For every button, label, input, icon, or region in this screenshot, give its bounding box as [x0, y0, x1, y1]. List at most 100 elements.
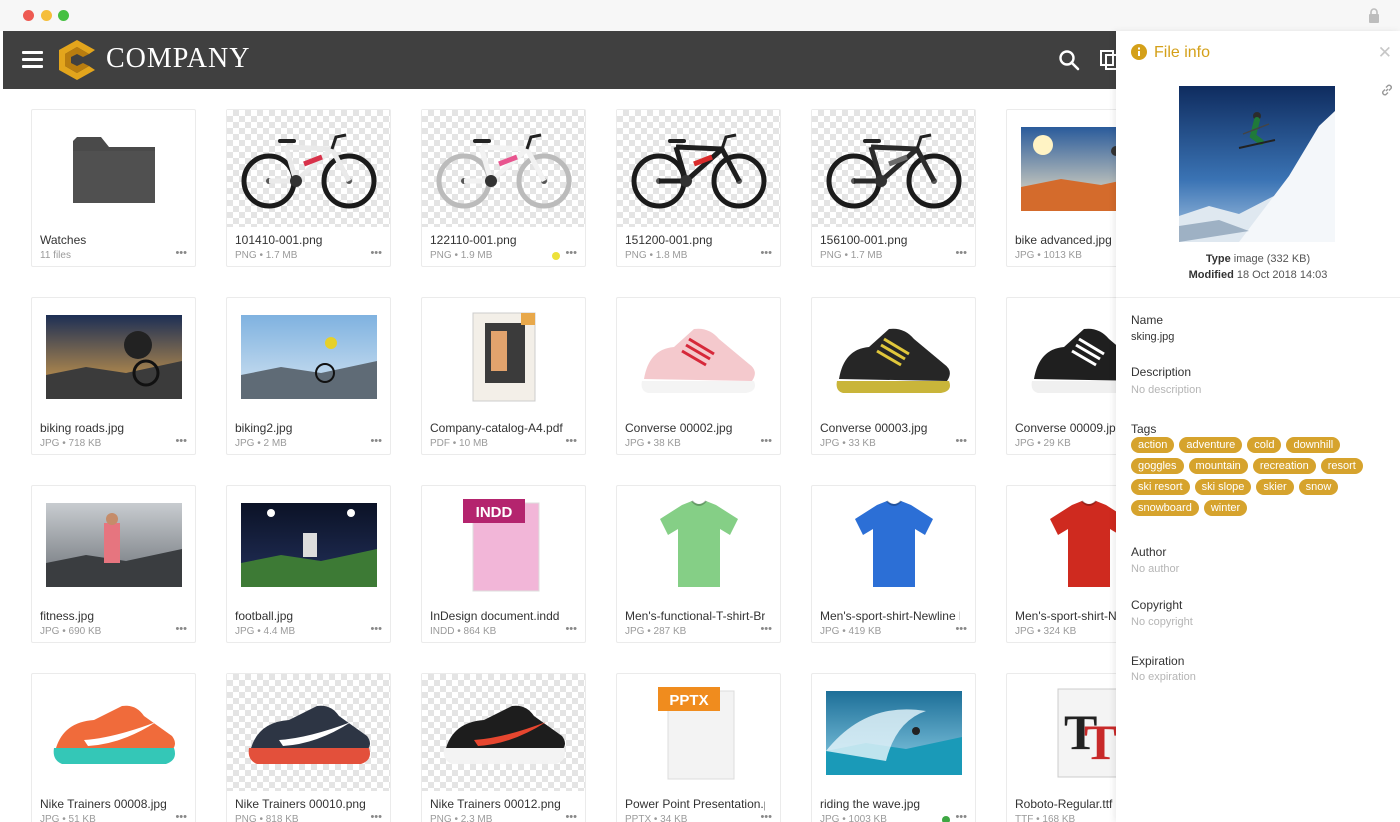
file-thumbnail — [617, 486, 780, 603]
file-meta: PDF • 10 MB — [430, 438, 488, 449]
folder-icon — [32, 110, 195, 227]
menu-icon[interactable] — [22, 51, 43, 69]
tag-chip[interactable]: recreation — [1252, 458, 1316, 474]
svg-text:T: T — [1084, 714, 1117, 770]
description-label: Description — [1131, 365, 1192, 379]
tag-chip[interactable]: action — [1131, 437, 1175, 453]
more-options-icon[interactable]: ••• — [760, 623, 772, 635]
more-options-icon[interactable]: ••• — [955, 435, 967, 447]
close-panel-button[interactable]: ✕ — [1378, 43, 1392, 63]
lock-icon — [1369, 8, 1379, 23]
tag-chip[interactable]: snowboard — [1131, 500, 1199, 516]
link-icon[interactable] — [1380, 83, 1394, 97]
file-thumbnail — [422, 298, 585, 415]
file-name: Men's-functional-T-shirt-Brub — [625, 609, 765, 623]
file-card[interactable]: 101410-001.png PNG • 1.7 MB ••• — [226, 109, 391, 267]
file-thumbnail — [1007, 110, 1116, 227]
file-meta: JPG • 419 KB — [820, 626, 882, 637]
description-value[interactable]: No description — [1131, 384, 1201, 396]
tag-chip[interactable]: ski resort — [1131, 479, 1190, 495]
more-options-icon[interactable]: ••• — [175, 435, 187, 447]
file-card[interactable]: PPTX Power Point Presentation.ppt PPTX • 3… — [616, 673, 781, 822]
minimize-window-button[interactable] — [41, 10, 52, 21]
file-card[interactable]: Converse 00002.jpg JPG • 38 KB ••• — [616, 297, 781, 455]
tag-chip[interactable]: skier — [1256, 479, 1294, 495]
expiration-label: Expiration — [1131, 654, 1185, 668]
more-options-icon[interactable]: ••• — [175, 247, 187, 259]
type-label: Type — [1205, 253, 1231, 265]
more-options-icon[interactable]: ••• — [565, 435, 577, 447]
more-options-icon[interactable]: ••• — [760, 247, 772, 259]
copyright-value[interactable]: No copyright — [1131, 616, 1193, 628]
more-options-icon[interactable]: ••• — [175, 623, 187, 635]
file-thumbnail — [32, 674, 195, 791]
file-card[interactable]: Men's-functional-T-shirt-Brub JPG • 287 K… — [616, 485, 781, 643]
search-icon[interactable] — [1058, 49, 1080, 71]
file-card[interactable]: Watches 11 files ••• — [31, 109, 196, 267]
file-name: Nike Trainers 00008.jpg — [40, 797, 167, 811]
maximize-window-button[interactable] — [58, 10, 69, 21]
tag-chip[interactable]: winter — [1203, 500, 1248, 516]
tag-chip[interactable]: downhill — [1286, 437, 1341, 453]
more-options-icon[interactable]: ••• — [565, 247, 577, 259]
name-value[interactable]: sking.jpg — [1131, 331, 1174, 343]
file-thumbnail — [812, 110, 975, 227]
tag-chip[interactable]: resort — [1320, 458, 1363, 474]
file-card[interactable]: Converse 00009.jpgJPG • 29 KB••• — [1006, 297, 1116, 455]
file-thumbnail — [812, 486, 975, 603]
more-options-icon[interactable]: ••• — [760, 811, 772, 822]
file-card[interactable]: bike advanced.jpgJPG • 1013 KB••• — [1006, 109, 1116, 267]
more-options-icon[interactable]: ••• — [565, 811, 577, 822]
author-value[interactable]: No author — [1131, 563, 1179, 575]
file-card[interactable]: Nike Trainers 00008.jpg JPG • 51 KB ••• — [31, 673, 196, 822]
file-card[interactable]: Men's-sport-shirt-Newline blu JPG • 419 K… — [811, 485, 976, 643]
more-options-icon[interactable]: ••• — [370, 623, 382, 635]
tag-chip[interactable]: snow — [1298, 479, 1339, 495]
file-card[interactable]: 151200-001.png PNG • 1.8 MB ••• — [616, 109, 781, 267]
more-options-icon[interactable]: ••• — [370, 247, 382, 259]
info-icon — [1131, 44, 1147, 60]
more-options-icon[interactable]: ••• — [565, 623, 577, 635]
more-options-icon[interactable]: ••• — [370, 811, 382, 822]
file-card[interactable]: Converse 00003.jpg JPG • 33 KB ••• — [811, 297, 976, 455]
file-card[interactable]: football.jpg JPG • 4.4 MB ••• — [226, 485, 391, 643]
more-options-icon[interactable]: ••• — [955, 623, 967, 635]
file-card[interactable]: 156100-001.png PNG • 1.7 MB ••• — [811, 109, 976, 267]
more-options-icon[interactable]: ••• — [370, 435, 382, 447]
file-card[interactable]: riding the wave.jpg JPG • 1003 KB ••• — [811, 673, 976, 822]
tag-chip[interactable]: cold — [1247, 437, 1282, 453]
file-meta: JPG • 33 KB — [820, 438, 876, 449]
more-options-icon[interactable]: ••• — [760, 435, 772, 447]
file-meta: JPG • 38 KB — [625, 438, 681, 449]
file-meta: PNG • 2.3 MB — [430, 814, 493, 822]
file-thumbnail: TT — [1007, 674, 1116, 791]
file-card[interactable]: 122110-001.png PNG • 1.9 MB ••• — [421, 109, 586, 267]
file-card[interactable]: Nike Trainers 00012.png PNG • 2.3 MB ••• — [421, 673, 586, 822]
expiration-value[interactable]: No expiration — [1131, 671, 1196, 683]
tag-chip[interactable]: adventure — [1179, 437, 1243, 453]
tag-chip[interactable]: ski slope — [1194, 479, 1252, 495]
more-options-icon[interactable]: ••• — [175, 811, 187, 822]
tag-chip[interactable]: goggles — [1131, 458, 1184, 474]
status-dot-icon — [942, 816, 950, 822]
svg-text:PPTX: PPTX — [669, 692, 708, 709]
file-card[interactable]: Nike Trainers 00010.png PNG • 818 KB ••• — [226, 673, 391, 822]
file-card[interactable]: Company-catalog-A4.pdf PDF • 10 MB ••• — [421, 297, 586, 455]
tags-label: Tags — [1131, 422, 1157, 436]
file-card[interactable]: TTRoboto-Regular.ttfTTF • 168 KB••• — [1006, 673, 1116, 822]
svg-text:INDD: INDD — [475, 504, 512, 521]
file-meta: PNG • 818 KB — [235, 814, 299, 822]
close-window-button[interactable] — [23, 10, 34, 21]
file-card[interactable]: INDD InDesign document.indd INDD • 864 KB •… — [421, 485, 586, 643]
more-options-icon[interactable]: ••• — [955, 811, 967, 822]
file-card[interactable]: Men's-sport-shirt-NeJPG • 324 KB••• — [1006, 485, 1116, 643]
file-thumbnail: INDD — [422, 486, 585, 603]
file-card[interactable]: fitness.jpg JPG • 690 KB ••• — [31, 485, 196, 643]
file-card[interactable]: biking roads.jpg JPG • 718 KB ••• — [31, 297, 196, 455]
file-card[interactable]: biking2.jpg JPG • 2 MB ••• — [226, 297, 391, 455]
file-name: Men's-sport-shirt-Newline blu — [820, 609, 960, 623]
modified-value: 18 Oct 2018 14:03 — [1233, 269, 1328, 281]
file-name: Converse 00002.jpg — [625, 421, 733, 435]
more-options-icon[interactable]: ••• — [955, 247, 967, 259]
tag-chip[interactable]: mountain — [1188, 458, 1248, 474]
